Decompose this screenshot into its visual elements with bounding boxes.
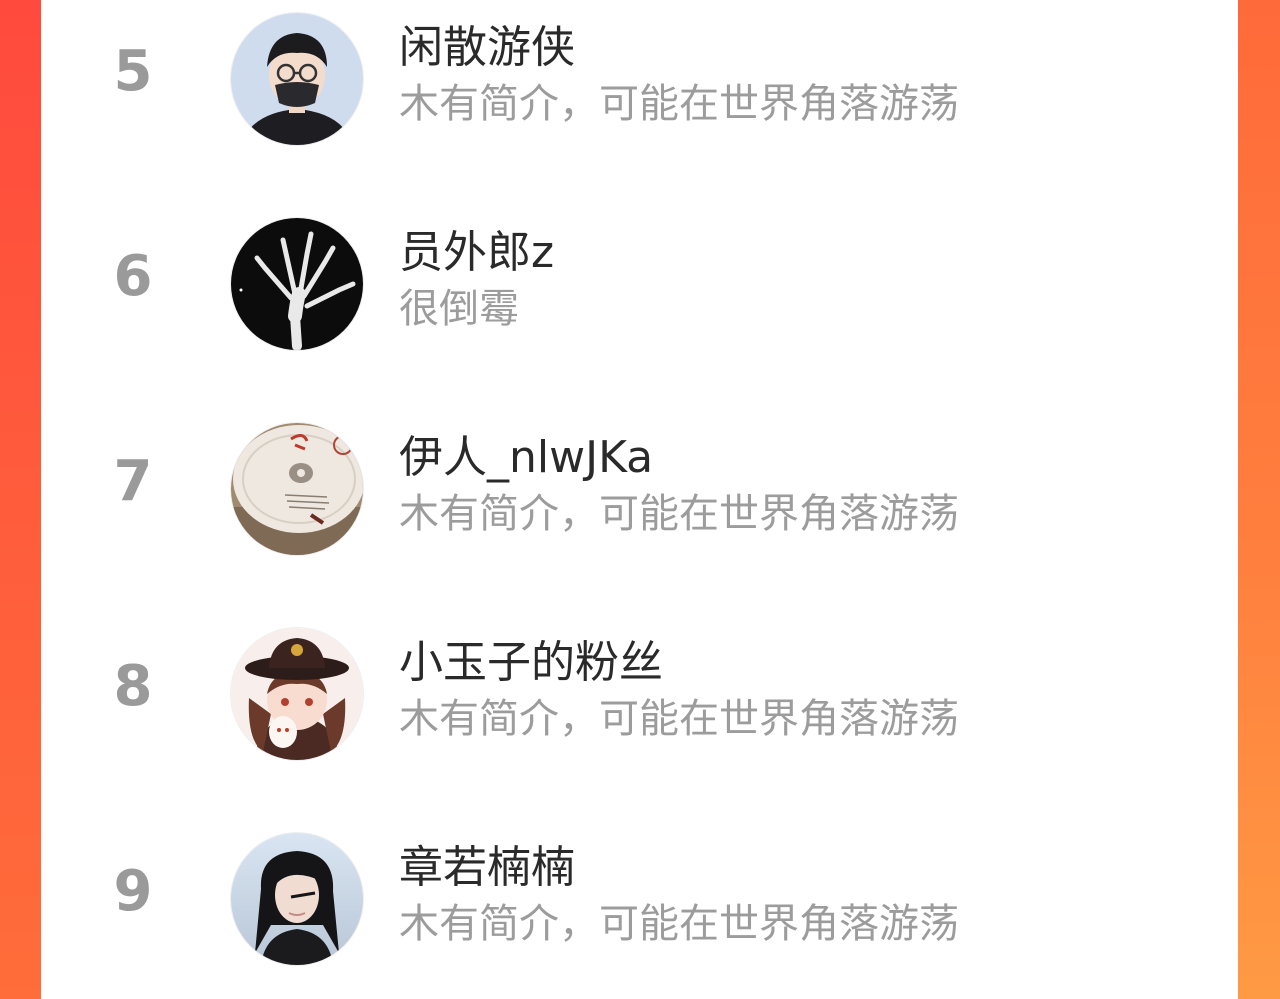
- anime-girl-hat-avatar-icon[interactable]: [231, 628, 363, 760]
- user-bio: 很倒霉: [399, 286, 519, 332]
- user-name[interactable]: 章若楠楠: [399, 840, 575, 896]
- photo-girl-avatar-icon[interactable]: [231, 833, 363, 965]
- ranking-row[interactable]: 6 员外郎z 很倒霉: [41, 205, 1238, 365]
- user-name[interactable]: 小玉子的粉丝: [399, 635, 663, 691]
- ranking-row[interactable]: 5 闲散游侠 木有简介，可能在世界角落游荡: [41, 0, 1238, 160]
- rank-number: 8: [113, 654, 153, 719]
- rank-number: 6: [113, 244, 153, 309]
- ranking-list: 5 闲散游侠 木有简介，可能在世界角落游荡 6 员外郎z 很倒霉 7 伊人_nl…: [41, 0, 1238, 999]
- ranking-row[interactable]: 7 伊人_nlwJKa 木有简介，可能在世界角落游荡: [41, 410, 1238, 570]
- rank-number: 7: [113, 449, 153, 514]
- rank-number: 9: [113, 859, 153, 924]
- xray-hand-avatar-icon[interactable]: [231, 218, 363, 350]
- porcelain-plate-avatar-icon[interactable]: [231, 423, 363, 555]
- background-edge: [1238, 0, 1280, 999]
- user-bio: 木有简介，可能在世界角落游荡: [399, 901, 959, 947]
- user-name[interactable]: 员外郎z: [399, 225, 554, 281]
- ranking-row[interactable]: 8 小玉子的粉丝 木有简介，可能在世界角落游荡: [41, 615, 1238, 775]
- ranking-row[interactable]: 9 章若楠楠 木有简介，可能在世界角落游荡: [41, 820, 1238, 980]
- user-bio: 木有简介，可能在世界角落游荡: [399, 81, 959, 127]
- rank-number: 5: [113, 39, 153, 104]
- user-name[interactable]: 闲散游侠: [399, 20, 575, 76]
- user-bio: 木有简介，可能在世界角落游荡: [399, 491, 959, 537]
- cartoon-boy-glasses-avatar-icon[interactable]: [231, 13, 363, 145]
- ranking-screen: 5 闲散游侠 木有简介，可能在世界角落游荡 6 员外郎z 很倒霉 7 伊人_nl…: [0, 0, 1280, 999]
- user-name[interactable]: 伊人_nlwJKa: [399, 430, 653, 486]
- user-bio: 木有简介，可能在世界角落游荡: [399, 696, 959, 742]
